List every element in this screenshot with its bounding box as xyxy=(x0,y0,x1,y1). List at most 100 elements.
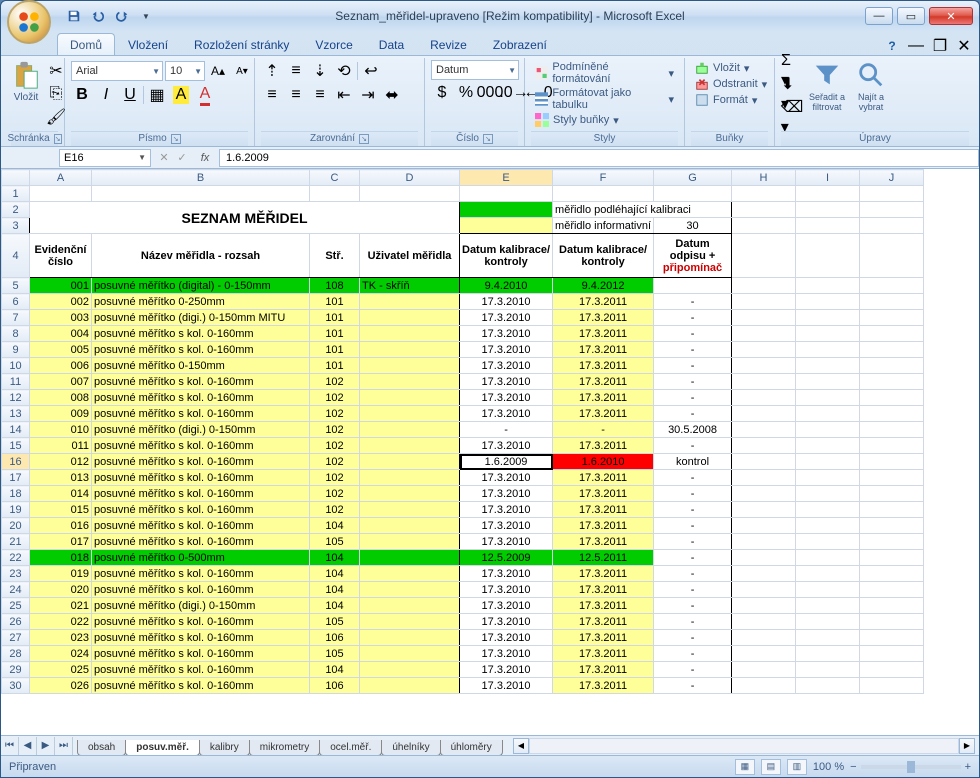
cell[interactable]: posuvné měřítko s kol. 0-160mm xyxy=(92,454,310,470)
cell[interactable]: posuvné měřítko s kol. 0-160mm xyxy=(92,374,310,390)
cell[interactable]: 025 xyxy=(30,662,92,678)
cell[interactable]: 12.5.2011 xyxy=(553,550,654,566)
cell[interactable]: 1.6.2010 xyxy=(553,454,654,470)
format-as-table-button[interactable]: Formátovat jako tabulku ▾ xyxy=(531,86,678,112)
fill-color-icon[interactable]: A xyxy=(170,84,192,106)
cell[interactable]: 013 xyxy=(30,470,92,486)
cell[interactable] xyxy=(360,550,460,566)
save-icon[interactable] xyxy=(65,7,83,25)
row-header[interactable]: 11 xyxy=(2,374,30,390)
cell[interactable]: - xyxy=(654,310,732,326)
row-header[interactable]: 6 xyxy=(2,294,30,310)
cell[interactable]: 17.3.2011 xyxy=(553,678,654,694)
cell[interactable]: 17.3.2010 xyxy=(460,534,553,550)
zoom-in-icon[interactable]: + xyxy=(965,761,971,773)
row-header[interactable]: 20 xyxy=(2,518,30,534)
zoom-slider[interactable]: − + xyxy=(850,761,971,773)
row-header[interactable]: 17 xyxy=(2,470,30,486)
align-center-icon[interactable]: ≡ xyxy=(285,84,307,106)
cell[interactable]: - xyxy=(654,614,732,630)
cell[interactable]: posuvné měřítko (digital) - 0-150mm xyxy=(92,278,310,294)
cell[interactable]: 105 xyxy=(310,534,360,550)
cell[interactable]: 17.3.2010 xyxy=(460,390,553,406)
cell[interactable]: - xyxy=(654,470,732,486)
normal-view-icon[interactable]: ▦ xyxy=(735,759,755,775)
cell[interactable]: - xyxy=(654,566,732,582)
col-header-E[interactable]: E xyxy=(460,170,553,186)
cell[interactable]: 17.3.2011 xyxy=(553,294,654,310)
insert-cells-button[interactable]: Vložit ▾ xyxy=(691,60,753,76)
cell[interactable]: 104 xyxy=(310,662,360,678)
decrease-indent-icon[interactable]: ⇤ xyxy=(333,84,355,106)
cell[interactable] xyxy=(360,598,460,614)
undo-icon[interactable] xyxy=(89,7,107,25)
col-header-I[interactable]: I xyxy=(796,170,860,186)
cell[interactable]: posuvné měřítko s kol. 0-160mm xyxy=(92,566,310,582)
shrink-font-icon[interactable]: A▾ xyxy=(231,60,253,82)
cell[interactable]: posuvné měřítko s kol. 0-160mm xyxy=(92,342,310,358)
cell[interactable] xyxy=(360,630,460,646)
cell[interactable]: 17.3.2010 xyxy=(460,374,553,390)
increase-decimal-icon[interactable]: .0→ xyxy=(503,82,525,104)
cell[interactable]: 17.3.2011 xyxy=(553,326,654,342)
cell[interactable]: - xyxy=(654,630,732,646)
row-header[interactable]: 26 xyxy=(2,614,30,630)
cell[interactable]: - xyxy=(654,502,732,518)
cell[interactable] xyxy=(360,662,460,678)
row-header[interactable]: 21 xyxy=(2,534,30,550)
cell[interactable]: 008 xyxy=(30,390,92,406)
tab-insert[interactable]: Vložení xyxy=(115,33,181,55)
cell[interactable]: posuvné měřítko (digi.) 0-150mm MITU xyxy=(92,310,310,326)
spreadsheet-grid[interactable]: ABCDEFGHIJ12 SEZNAM MĚŘIDEL měřidlo podl… xyxy=(1,169,924,694)
tab-review[interactable]: Revize xyxy=(417,33,480,55)
cell[interactable]: 102 xyxy=(310,486,360,502)
row-header[interactable]: 29 xyxy=(2,662,30,678)
italic-icon[interactable]: I xyxy=(95,84,117,106)
grow-font-icon[interactable]: A▴ xyxy=(207,60,229,82)
cell[interactable]: posuvné měřítko s kol. 0-160mm xyxy=(92,470,310,486)
cell[interactable] xyxy=(360,678,460,694)
cell[interactable]: 102 xyxy=(310,502,360,518)
cell[interactable]: 17.3.2010 xyxy=(460,294,553,310)
cell[interactable]: 015 xyxy=(30,502,92,518)
cell[interactable]: 17.3.2011 xyxy=(553,406,654,422)
cell[interactable]: - xyxy=(654,598,732,614)
cell[interactable] xyxy=(360,390,460,406)
cell[interactable]: 17.3.2011 xyxy=(553,566,654,582)
cell[interactable]: 17.3.2011 xyxy=(553,438,654,454)
cell[interactable] xyxy=(360,566,460,582)
cell[interactable]: 020 xyxy=(30,582,92,598)
cell[interactable]: 9.4.2010 xyxy=(460,278,553,294)
align-middle-icon[interactable]: ≡ xyxy=(285,60,307,82)
align-right-icon[interactable]: ≡ xyxy=(309,84,331,106)
bold-icon[interactable]: B xyxy=(71,84,93,106)
comma-icon[interactable]: 000 xyxy=(479,82,501,104)
cell[interactable]: 101 xyxy=(310,358,360,374)
fx-icon[interactable]: fx xyxy=(197,152,213,164)
row-header[interactable]: 1 xyxy=(2,186,30,202)
name-box[interactable]: E16▼ xyxy=(59,149,151,167)
pagebreak-view-icon[interactable]: ▥ xyxy=(787,759,807,775)
cell[interactable]: 17.3.2011 xyxy=(553,486,654,502)
row-header[interactable]: 23 xyxy=(2,566,30,582)
cell[interactable] xyxy=(360,310,460,326)
col-header-D[interactable]: D xyxy=(360,170,460,186)
tab-data[interactable]: Data xyxy=(366,33,417,55)
cell[interactable] xyxy=(360,470,460,486)
cell[interactable]: 021 xyxy=(30,598,92,614)
cell[interactable]: posuvné měřítko s kol. 0-160mm xyxy=(92,326,310,342)
cell[interactable]: - xyxy=(654,390,732,406)
cell[interactable]: posuvné měřítko s kol. 0-160mm xyxy=(92,614,310,630)
row-header[interactable]: 27 xyxy=(2,630,30,646)
row-header[interactable]: 30 xyxy=(2,678,30,694)
cell[interactable]: posuvné měřítko s kol. 0-160mm xyxy=(92,518,310,534)
cell[interactable]: 17.3.2010 xyxy=(460,502,553,518)
sheet-tab[interactable]: úhelníky xyxy=(381,740,440,756)
cell[interactable]: - xyxy=(654,294,732,310)
cell[interactable]: 026 xyxy=(30,678,92,694)
font-name-combo[interactable]: Arial▼ xyxy=(71,61,163,81)
cell[interactable]: 012 xyxy=(30,454,92,470)
cell[interactable]: 022 xyxy=(30,614,92,630)
cell[interactable]: - xyxy=(654,486,732,502)
tab-home[interactable]: Domů xyxy=(57,33,115,55)
